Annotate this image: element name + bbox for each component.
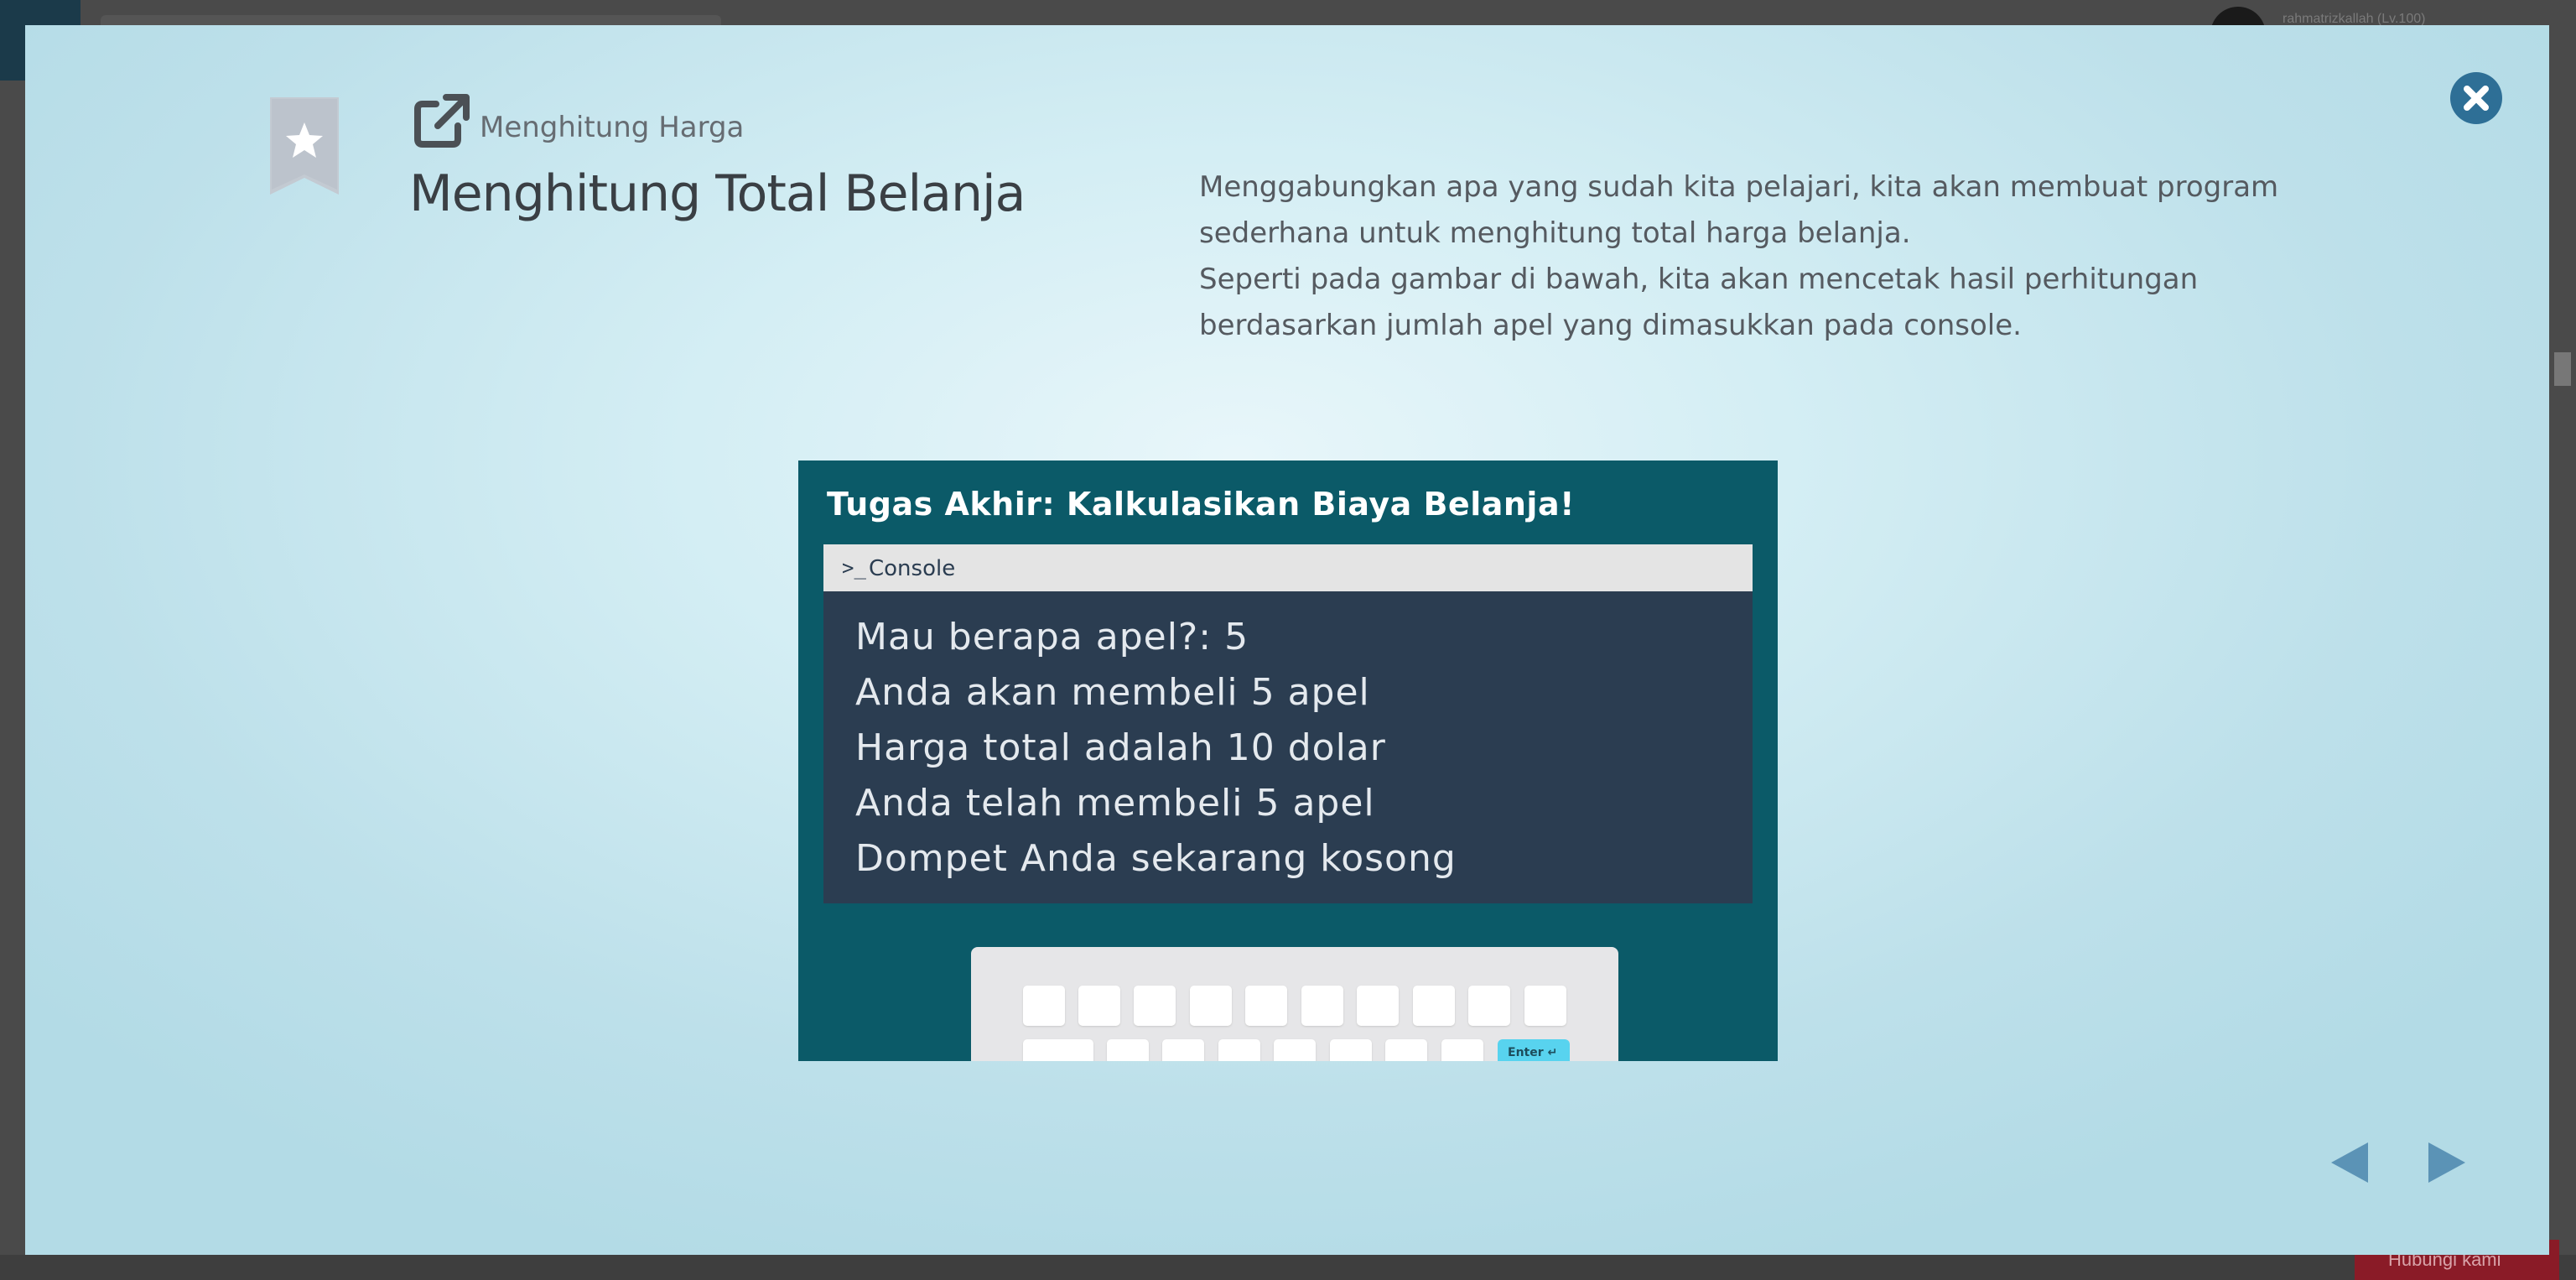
console-line: Harga total adalah 10 dolar <box>855 726 1386 769</box>
page-title: Menghitung Total Belanja <box>409 164 1026 223</box>
enter-key: Enter ↵ <box>1498 1039 1570 1061</box>
background-scrollbar <box>2554 352 2571 386</box>
lesson-subtitle: Menghitung Harga <box>480 111 745 144</box>
console-header: >_ Console <box>823 544 1753 591</box>
keyboard-key <box>1218 1039 1260 1061</box>
arrow-right-icon[interactable] <box>2425 1139 2469 1186</box>
keyboard-key <box>1134 986 1176 1026</box>
keyboard-key <box>1385 1039 1427 1061</box>
keyboard-key <box>1357 986 1399 1026</box>
keyboard-key <box>1441 1039 1483 1061</box>
keyboard-key <box>1023 986 1065 1026</box>
keyboard-key <box>1162 1039 1204 1061</box>
close-button[interactable] <box>2450 72 2502 124</box>
console-output: Mau berapa apel?: 5 Anda akan membeli 5 … <box>855 610 1457 887</box>
console-line: Anda akan membeli 5 apel <box>855 671 1370 714</box>
arrow-left-icon[interactable] <box>2328 1139 2371 1186</box>
keyboard-key <box>1330 1039 1372 1061</box>
description-paragraph: Seperti pada gambar di bawah, kita akan … <box>1199 263 2199 342</box>
close-icon <box>2464 86 2489 111</box>
external-link-icon <box>414 94 470 148</box>
keyboard-key <box>1413 986 1455 1026</box>
keyboard-key <box>1524 986 1566 1026</box>
lesson-description: Menggabungkan apa yang sudah kita pelaja… <box>1199 164 2289 349</box>
description-paragraph: Menggabungkan apa yang sudah kita pelaja… <box>1199 170 2279 250</box>
keyboard-key <box>1245 986 1287 1026</box>
keyboard-key <box>1190 986 1232 1026</box>
enter-key-label: Enter ↵ <box>1508 1046 1558 1059</box>
console-line: Mau berapa apel?: 5 <box>855 616 1249 658</box>
console-line: Anda telah membeli 5 apel <box>855 782 1375 825</box>
illustration-title: Tugas Akhir: Kalkulasikan Biaya Belanja! <box>827 486 1575 523</box>
keyboard-illustration: Enter ↵ <box>971 947 1618 1061</box>
keyboard-key <box>1274 1039 1316 1061</box>
keyboard-key <box>1468 986 1510 1026</box>
console-panel: >_ Console Mau berapa apel?: 5 Anda akan… <box>823 544 1753 903</box>
lesson-illustration: Tugas Akhir: Kalkulasikan Biaya Belanja!… <box>798 460 1778 1061</box>
terminal-icon: >_ <box>842 556 866 580</box>
console-line: Dompet Anda sekarang kosong <box>855 837 1457 880</box>
keyboard-key <box>1107 1039 1149 1061</box>
keyboard-key <box>1078 986 1120 1026</box>
keyboard-key <box>1023 1039 1093 1061</box>
slide-modal: Menghitung Harga Menghitung Total Belanj… <box>25 25 2549 1255</box>
app-bottom-bar-background <box>0 1255 2576 1280</box>
console-label: Console <box>869 556 956 581</box>
star-bookmark-icon <box>270 97 339 195</box>
keyboard-key <box>1301 986 1343 1026</box>
